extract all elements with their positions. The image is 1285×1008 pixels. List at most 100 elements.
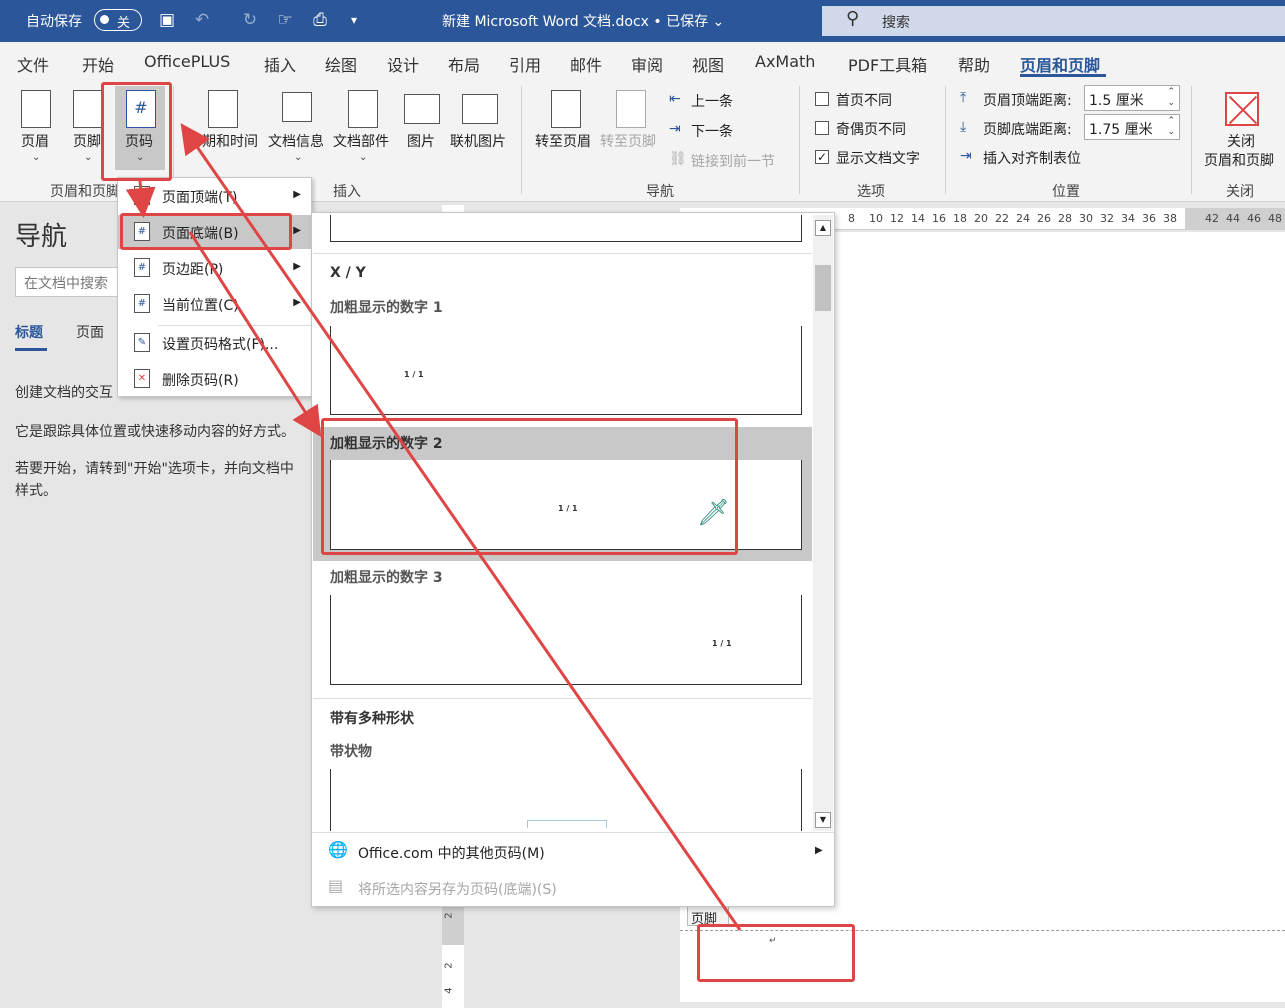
title-bar: 自动保存 关 ▣ ↶ ↻ ☞ ⎙ ▾ 新建 Microsoft Word 文档.… — [0, 0, 1285, 42]
gallery-item-ribbon[interactable] — [330, 769, 802, 831]
format-page-number-icon: ✎ — [134, 333, 150, 352]
tab-axmath[interactable]: AxMath — [755, 52, 815, 71]
ruler-tick: 8 — [848, 212, 855, 225]
tab-insert[interactable]: 插入 — [264, 52, 296, 76]
chevron-right-icon: ▶ — [815, 845, 823, 856]
tab-references[interactable]: 引用 — [509, 52, 541, 76]
tab-home[interactable]: 开始 — [82, 52, 114, 76]
nav-title: 导航 — [15, 222, 68, 252]
datetime-button[interactable]: 日期和时间 — [188, 131, 258, 151]
align-tab-icon: ⇥ — [960, 148, 972, 164]
insert-align-tab-button[interactable]: 插入对齐制表位 — [983, 148, 1081, 168]
footer-bottom-icon: ⤓ — [960, 119, 967, 135]
search-box[interactable]: ⚲ 搜索 — [822, 6, 1285, 36]
separator — [521, 86, 522, 194]
chevron-right-icon: ▶ — [293, 261, 301, 272]
close-header-footer-icon[interactable] — [1225, 92, 1259, 126]
tab-header-footer[interactable]: 页眉和页脚 — [1020, 52, 1100, 76]
tab-file[interactable]: 文件 — [17, 52, 49, 76]
search-placeholder: 搜索 — [882, 15, 910, 31]
remove-page-number-icon: ✕ — [134, 369, 150, 388]
calendar-icon — [208, 90, 238, 128]
nav-text-3b: 样式。 — [15, 483, 57, 499]
spinner-arrows-icon[interactable]: ⌃ ⌄ — [1167, 116, 1175, 138]
gallery-section-xy: X / Y — [330, 265, 366, 281]
print-preview-icon[interactable]: ⎙ — [310, 10, 330, 30]
close-header-footer-label1[interactable]: 关闭 — [1227, 131, 1255, 151]
more-page-numbers-office[interactable]: Office.com 中的其他页码(M) — [358, 843, 545, 863]
picture-button[interactable]: 图片 — [407, 131, 435, 151]
page-number-icon: # — [134, 258, 150, 277]
docinfo-button[interactable]: 文档信息 — [268, 131, 324, 151]
docparts-button[interactable]: 文档部件 — [333, 131, 389, 151]
page-number-icon: # — [134, 186, 150, 205]
nav-text-2: 它是跟踪具体位置或快速移动内容的好方式。 — [15, 424, 295, 440]
tab-design[interactable]: 设计 — [387, 52, 419, 76]
close-header-footer-label2[interactable]: 页眉和页脚 — [1204, 150, 1274, 170]
chevron-down-icon[interactable]: ⌄ — [294, 152, 302, 163]
ruler-tick: 36 — [1142, 212, 1156, 225]
show-document-text-checkbox[interactable]: ✓ — [815, 150, 829, 164]
goto-footer-button[interactable]: 转至页脚 — [600, 131, 656, 151]
redo-icon[interactable]: ↻ — [240, 10, 260, 30]
tab-draw[interactable]: 绘图 — [325, 52, 357, 76]
save-selection-as-page-number[interactable]: 将所选内容另存为页码(底端)(S) — [358, 879, 557, 899]
previous-icon: ⇤ — [669, 91, 681, 107]
gallery-item-bold-1[interactable]: 1 / 1 — [330, 326, 802, 415]
tab-pdf-tools[interactable]: PDF工具箱 — [848, 52, 927, 76]
ruler-tick: 18 — [953, 212, 967, 225]
undo-icon[interactable]: ↶ — [192, 10, 212, 30]
ruler-tick: 12 — [890, 212, 904, 225]
gallery-preview-partial[interactable] — [330, 215, 802, 242]
customize-qat-icon[interactable]: ▾ — [344, 10, 364, 30]
header-button[interactable]: 页眉 — [21, 131, 49, 151]
tab-review[interactable]: 审阅 — [631, 52, 663, 76]
ribbon-shape-icon — [527, 820, 607, 828]
scroll-thumb[interactable] — [815, 265, 831, 311]
spinner-arrows-icon[interactable]: ⌃ ⌄ — [1167, 87, 1175, 109]
scroll-up-icon[interactable]: ▲ — [815, 220, 831, 236]
next-icon: ⇥ — [669, 121, 681, 137]
nav-tab-pages[interactable]: 页面 — [76, 322, 104, 342]
menu-item-top-of-page[interactable]: # 页面顶端(T) ▶ — [118, 179, 311, 213]
menu-item-remove-page-numbers[interactable]: ✕ 删除页码(R) — [118, 362, 311, 396]
gallery-item-bold-3[interactable]: 1 / 1 — [330, 595, 802, 685]
search-icon: ⚲ — [846, 8, 860, 29]
nav-tab-headings[interactable]: 标题 — [15, 322, 43, 342]
save-icon[interactable]: ▣ — [157, 10, 177, 30]
chevron-down-icon[interactable]: ⌄ — [359, 152, 367, 163]
menu-item-page-margins[interactable]: # 页边距(P) ▶ — [118, 251, 311, 285]
goto-header-icon — [551, 90, 581, 128]
footer-button[interactable]: 页脚 — [73, 131, 101, 151]
previous-button[interactable]: 上一条 — [691, 91, 733, 111]
header-top-icon: ⤒ — [960, 90, 967, 106]
menu-item-format-page-numbers[interactable]: ✎ 设置页码格式(F)... — [118, 326, 311, 360]
chevron-down-icon[interactable]: ⌄ — [32, 152, 40, 163]
scroll-down-icon[interactable]: ▼ — [815, 812, 831, 828]
goto-header-button[interactable]: 转至页眉 — [535, 131, 591, 151]
link-previous-button[interactable]: 链接到前一节 — [691, 151, 775, 171]
header-top-spinner[interactable]: 1.5 厘米 ⌃ ⌄ — [1084, 85, 1180, 111]
separator — [799, 86, 800, 194]
chevron-down-icon[interactable]: ⌄ — [84, 152, 92, 163]
ruler-tick: 44 — [1226, 212, 1240, 225]
footer-bottom-spinner[interactable]: 1.75 厘米 ⌃ ⌄ — [1084, 114, 1180, 140]
different-odd-even-checkbox[interactable] — [815, 121, 829, 135]
tab-mailings[interactable]: 邮件 — [570, 52, 602, 76]
tab-help[interactable]: 帮助 — [958, 52, 990, 76]
ruler-tick: 10 — [869, 212, 883, 225]
touch-mode-icon[interactable]: ☞ — [275, 10, 295, 30]
autosave-toggle[interactable]: 关 — [94, 9, 142, 31]
tab-layout[interactable]: 布局 — [448, 52, 480, 76]
different-first-page-checkbox[interactable] — [815, 92, 829, 106]
active-tab-underline — [1020, 74, 1106, 77]
nav-search-placeholder: 在文档中搜索 — [24, 276, 108, 292]
next-button[interactable]: 下一条 — [691, 121, 733, 141]
online-picture-button[interactable]: 联机图片 — [450, 131, 506, 151]
tab-view[interactable]: 视图 — [692, 52, 724, 76]
sample-page-number: 1 / 1 — [404, 370, 424, 379]
menu-item-current-position[interactable]: # 当前位置(C) ▶ — [118, 287, 311, 321]
gallery-scrollbar[interactable]: ▲ ▼ — [813, 215, 833, 831]
picture-icon — [404, 94, 440, 124]
tab-officeplus[interactable]: OfficePLUS — [144, 52, 230, 71]
